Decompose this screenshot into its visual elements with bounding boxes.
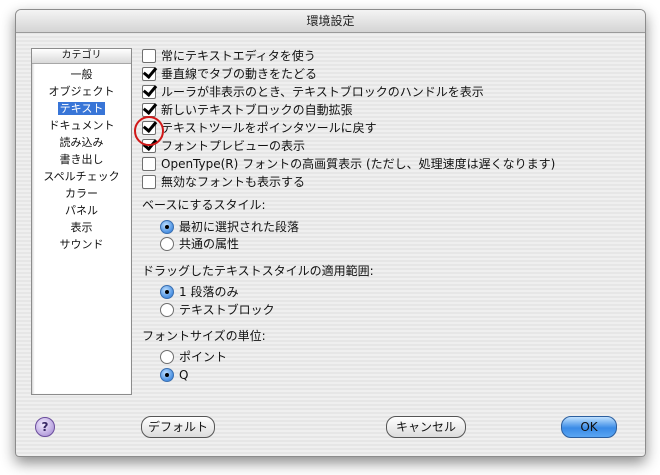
base-style-label: ベースにするスタイル: <box>142 198 266 212</box>
option-show-invalid-fonts[interactable]: 無効なフォントも表示する <box>142 173 305 191</box>
default-button[interactable]: デフォルト <box>141 416 215 438</box>
checkbox[interactable] <box>142 175 156 189</box>
annotation-circle <box>134 116 164 146</box>
radio-unit-point[interactable]: ポイント <box>160 348 227 366</box>
cancel-button[interactable]: キャンセル <box>386 416 466 438</box>
category-list[interactable]: カテゴリ 一般 オブジェクト テキスト ドキュメント 読み込み 書き出し スペル… <box>31 48 132 395</box>
sidebar-item-color[interactable]: カラー <box>32 185 131 202</box>
radio-button[interactable] <box>160 368 174 382</box>
sidebar-item-export[interactable]: 書き出し <box>32 151 131 168</box>
sidebar-item-text[interactable]: テキスト <box>32 100 131 117</box>
window-title: 環境設定 <box>16 10 645 33</box>
radio-scope-one-paragraph[interactable]: 1 段落のみ <box>160 283 238 301</box>
help-button[interactable]: ? <box>35 417 55 437</box>
sidebar-item-spellcheck[interactable]: スペルチェック <box>32 168 131 185</box>
sidebar-item-panels[interactable]: パネル <box>32 202 131 219</box>
font-size-unit-label: フォントサイズの単位: <box>142 329 266 343</box>
option-font-preview[interactable]: フォントプレビューの表示 <box>142 137 305 155</box>
checkbox[interactable] <box>142 85 156 99</box>
option-auto-expand-text-block[interactable]: 新しいテキストブロックの自動拡張 <box>142 101 353 119</box>
sidebar-item-objects[interactable]: オブジェクト <box>32 83 131 100</box>
checkbox[interactable] <box>142 49 156 63</box>
drag-scope-label: ドラッグしたテキストスタイルの適用範囲: <box>142 264 374 278</box>
radio-base-common-attributes[interactable]: 共通の属性 <box>160 235 239 253</box>
option-show-text-handles[interactable]: ルーラが非表示のとき、テキストブロックのハンドルを表示 <box>142 83 484 101</box>
radio-base-first-selected[interactable]: 最初に選択された段落 <box>160 218 299 236</box>
radio-unit-q[interactable]: Q <box>160 366 188 384</box>
sidebar-item-sound[interactable]: サウンド <box>32 236 131 253</box>
category-header: カテゴリ <box>32 49 131 64</box>
preferences-window: 環境設定 カテゴリ 一般 オブジェクト テキスト ドキュメント 読み込み 書き出… <box>15 9 646 457</box>
option-revert-to-pointer-tool[interactable]: テキストツールをポインタツールに戻す <box>142 119 377 137</box>
radio-button[interactable] <box>160 350 174 364</box>
sidebar-item-document[interactable]: ドキュメント <box>32 117 131 134</box>
checkbox[interactable] <box>142 157 156 171</box>
checkbox[interactable] <box>142 67 156 81</box>
ok-button[interactable]: OK <box>561 416 617 438</box>
checkbox[interactable] <box>142 103 156 117</box>
option-always-text-editor[interactable]: 常にテキストエディタを使う <box>142 47 316 65</box>
sidebar-item-import[interactable]: 読み込み <box>32 134 131 151</box>
option-opentype-hq[interactable]: OpenType(R) フォントの高画質表示 (ただし、処理速度は遅くなります) <box>142 155 555 173</box>
sidebar-item-general[interactable]: 一般 <box>32 66 131 83</box>
radio-button[interactable] <box>160 237 174 251</box>
option-tab-guide-line[interactable]: 垂直線でタブの動きをたどる <box>142 65 317 83</box>
radio-button[interactable] <box>160 303 174 317</box>
sidebar-item-display[interactable]: 表示 <box>32 219 131 236</box>
radio-button[interactable] <box>160 285 174 299</box>
radio-button[interactable] <box>160 220 174 234</box>
radio-scope-text-block[interactable]: テキストブロック <box>160 301 275 319</box>
